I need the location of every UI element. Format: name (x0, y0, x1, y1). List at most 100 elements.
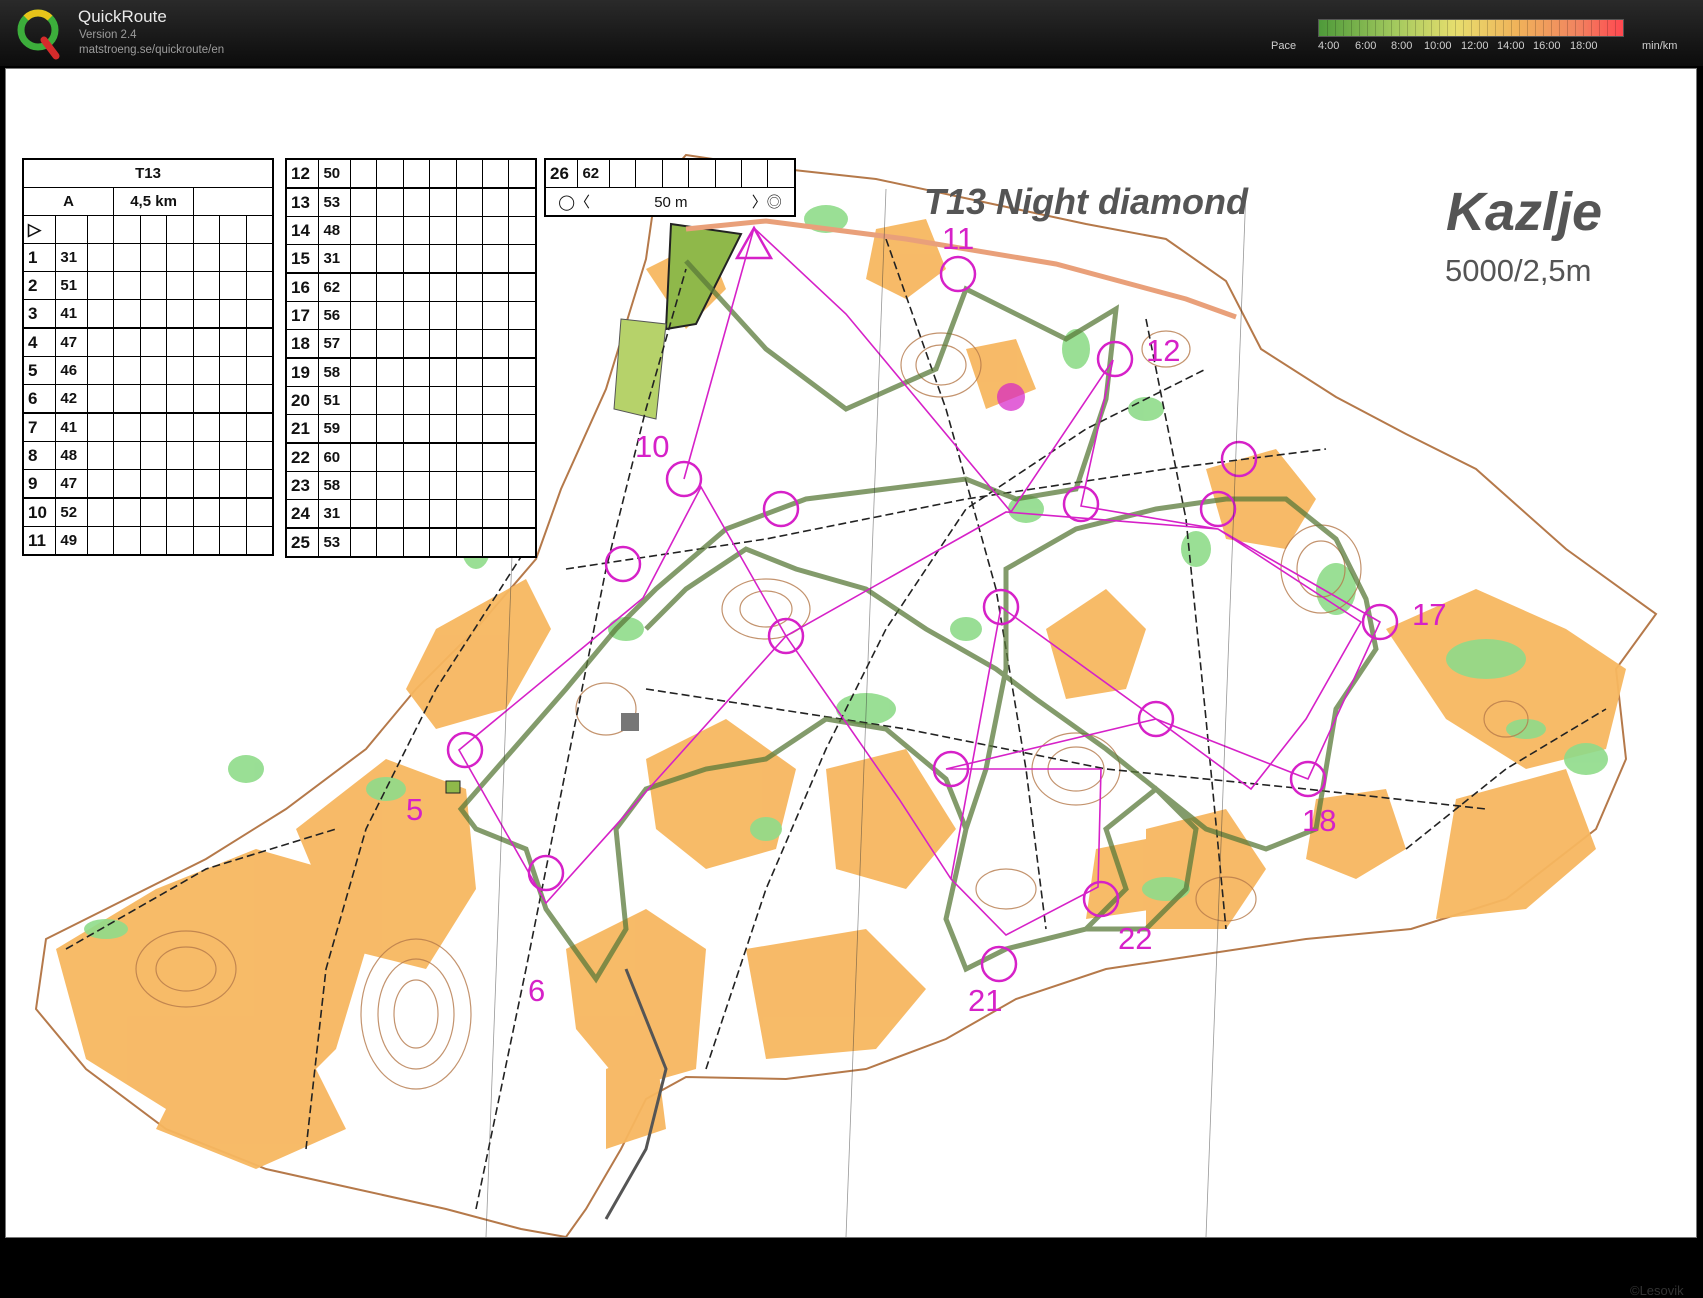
control-card-row: 12 50 (285, 158, 537, 189)
map-name: Kazlje (1446, 182, 1603, 242)
description-cell (193, 412, 221, 442)
pace-scale-cell-divider (1575, 20, 1576, 36)
description-cell (166, 356, 195, 385)
description-cell (508, 329, 537, 359)
orienteering-map[interactable]: T13 A 4,5 km ▷ 1 31 2 51 3 41 4 47 5 46 6 42 7 41 8 48 9… (5, 68, 1697, 1298)
description-cell (86, 469, 115, 499)
control-code: 62 (577, 158, 610, 188)
pace-scale-cell-divider (1335, 20, 1336, 36)
control-code: 58 (318, 471, 351, 500)
description-cell (113, 271, 141, 300)
description-cell (139, 356, 168, 385)
description-cell (219, 469, 247, 499)
pace-tick: 12:00 (1461, 40, 1489, 52)
control-number: 19 (285, 357, 320, 387)
description-cell (376, 158, 404, 189)
description-cell (429, 499, 457, 529)
control-number: 10 (22, 497, 57, 527)
pace-scale-cell-divider (1543, 20, 1544, 36)
description-cell (219, 412, 247, 442)
description-cell (402, 301, 431, 330)
description-cell (508, 442, 537, 472)
description-cell (429, 301, 457, 330)
description-cell (166, 299, 195, 329)
control-card-row: 11 49 (22, 526, 274, 556)
description-cell (767, 158, 796, 188)
description-cell (482, 499, 510, 529)
control-label: 6 (528, 973, 546, 1008)
pace-scale-cell-divider (1383, 20, 1384, 36)
pace-tick: 16:00 (1533, 40, 1561, 52)
description-cell (482, 158, 510, 189)
description-cell (508, 244, 537, 274)
description-cell (139, 441, 168, 470)
description-cell (113, 384, 141, 414)
description-cell (219, 384, 247, 414)
control-number: 2 (22, 271, 57, 300)
control-code: 48 (318, 216, 351, 245)
description-cell (402, 244, 431, 274)
description-cell (508, 158, 537, 189)
description-cell (86, 441, 115, 470)
control-label: 10 (635, 429, 670, 464)
pace-scale-cell-divider (1423, 20, 1424, 36)
description-cell (482, 216, 510, 245)
description-cell (139, 526, 168, 556)
control-label: 17 (1412, 597, 1447, 632)
control-card-row: 9 47 (22, 469, 274, 499)
control-number: 25 (285, 527, 320, 558)
control-card-row: 1 31 (22, 243, 274, 272)
description-cell (219, 526, 247, 556)
forbidden-area-icon (997, 383, 1025, 411)
description-cell (376, 414, 404, 444)
control-code: 58 (318, 357, 351, 387)
course-class: A (22, 187, 115, 216)
course-title: T13 Night diamond (924, 181, 1248, 222)
control-code: 57 (318, 329, 351, 359)
control-number: 23 (285, 471, 320, 500)
description-cell (482, 527, 510, 558)
description-cell (455, 272, 484, 302)
description-cell (193, 384, 221, 414)
description-cell (455, 158, 484, 189)
control-number: 21 (285, 414, 320, 444)
description-cell (429, 414, 457, 444)
description-cell (688, 158, 716, 188)
description-cell (193, 469, 221, 499)
control-code: 46 (55, 356, 88, 385)
course-code: T13 (22, 158, 274, 188)
description-cell (455, 329, 484, 359)
control-code: 47 (55, 327, 88, 357)
description-cell (113, 469, 141, 499)
description-cell (139, 327, 168, 357)
control-card-row: 26 62 (544, 158, 796, 188)
description-cell (349, 386, 378, 415)
app-header: QuickRoute Version 2.4 matstroeng.se/qui… (0, 0, 1703, 66)
control-card-row: 10 52 (22, 497, 274, 527)
description-cell (429, 244, 457, 274)
control-card-row: 7 41 (22, 412, 274, 442)
finish-leg-row: ◯〈 50 m 〉◎ (544, 187, 796, 217)
control-description-card-continued: 12 50 13 53 14 48 15 31 16 62 17 56 18 57 19 58 20 51 21 59… (285, 158, 537, 558)
description-cell (455, 499, 484, 529)
pace-scale-cell-divider (1583, 20, 1584, 36)
description-cell (86, 412, 115, 442)
description-cell (455, 244, 484, 274)
control-number: 4 (22, 327, 57, 357)
quickroute-logo-icon (17, 9, 60, 60)
control-card-row: 5 46 (22, 356, 274, 385)
description-cell (139, 243, 168, 272)
control-number: 14 (285, 216, 320, 245)
description-cell (193, 356, 221, 385)
description-cell (219, 441, 247, 470)
pace-scale-cell-divider (1399, 20, 1400, 36)
pace-scale-cell-divider (1551, 20, 1552, 36)
description-cell (349, 244, 378, 274)
control-label: 5 (406, 792, 424, 827)
building (621, 713, 639, 731)
control-number: 15 (285, 244, 320, 274)
control-number: 22 (285, 442, 320, 472)
description-cell (139, 271, 168, 300)
pace-scale-cell-divider (1471, 20, 1472, 36)
description-cell (376, 527, 404, 558)
